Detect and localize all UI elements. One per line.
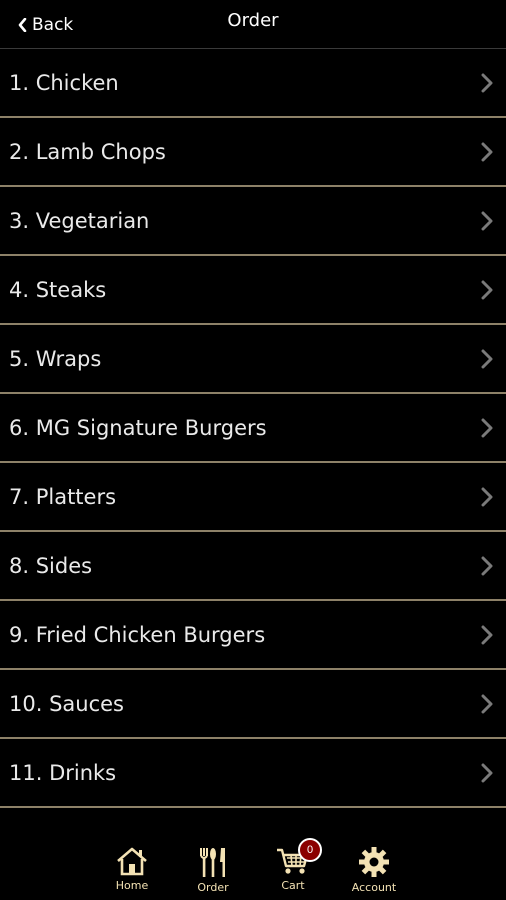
menu-item-platters[interactable]: 7. Platters	[0, 463, 506, 532]
menu-item-sauces[interactable]: 10. Sauces	[0, 670, 506, 739]
cart-count-badge: 0	[298, 838, 322, 862]
home-icon	[117, 847, 147, 876]
menu-item-label: 7. Platters	[9, 484, 117, 509]
tab-cart-label: Cart	[281, 879, 305, 892]
top-bar: Back Order	[0, 0, 506, 49]
chevron-right-icon	[481, 487, 493, 506]
chevron-right-icon	[481, 349, 493, 368]
chevron-right-icon	[481, 556, 493, 575]
menu-item-lamb-chops[interactable]: 2. Lamb Chops	[0, 118, 506, 187]
page-title: Order	[227, 10, 279, 31]
chevron-right-icon	[481, 280, 493, 299]
cutlery-icon	[200, 848, 225, 877]
chevron-right-icon	[481, 73, 493, 92]
bottom-tab-bar: Home Order 0 Cart Account	[0, 808, 506, 900]
menu-item-wraps[interactable]: 5. Wraps	[0, 325, 506, 394]
menu-item-label: 3. Vegetarian	[9, 208, 150, 233]
menu-item-label: 5. Wraps	[9, 346, 102, 371]
chevron-right-icon	[481, 625, 493, 644]
tab-home[interactable]: Home	[97, 846, 167, 900]
menu-list: 1. Chicken 2. Lamb Chops 3. Vegetarian 4…	[0, 49, 506, 808]
tab-home-label: Home	[115, 879, 149, 892]
tab-account-label: Account	[351, 881, 397, 894]
menu-item-label: 10. Sauces	[9, 691, 124, 716]
tab-order-label: Order	[197, 881, 229, 894]
menu-item-vegetarian[interactable]: 3. Vegetarian	[0, 187, 506, 256]
chevron-right-icon	[481, 763, 493, 782]
menu-item-drinks[interactable]: 11. Drinks	[0, 739, 506, 808]
tab-account[interactable]: Account	[339, 846, 409, 900]
chevron-right-icon	[481, 418, 493, 437]
menu-item-label: 1. Chicken	[9, 70, 119, 95]
menu-item-signature-burgers[interactable]: 6. MG Signature Burgers	[0, 394, 506, 463]
tab-order[interactable]: Order	[178, 846, 248, 900]
chevron-right-icon	[481, 694, 493, 713]
menu-item-fried-chicken-burgers[interactable]: 9. Fried Chicken Burgers	[0, 601, 506, 670]
chevron-right-icon	[481, 142, 493, 161]
gear-icon	[359, 847, 389, 877]
menu-item-chicken[interactable]: 1. Chicken	[0, 49, 506, 118]
tab-cart[interactable]: 0 Cart	[258, 838, 328, 900]
menu-item-label: 8. Sides	[9, 553, 93, 578]
chevron-right-icon	[481, 211, 493, 230]
menu-item-steaks[interactable]: 4. Steaks	[0, 256, 506, 325]
menu-item-label: 11. Drinks	[9, 760, 117, 785]
menu-item-sides[interactable]: 8. Sides	[0, 532, 506, 601]
menu-item-label: 6. MG Signature Burgers	[9, 415, 267, 440]
menu-item-label: 4. Steaks	[9, 277, 107, 302]
menu-item-label: 2. Lamb Chops	[9, 139, 166, 164]
menu-item-label: 9. Fried Chicken Burgers	[9, 622, 266, 647]
